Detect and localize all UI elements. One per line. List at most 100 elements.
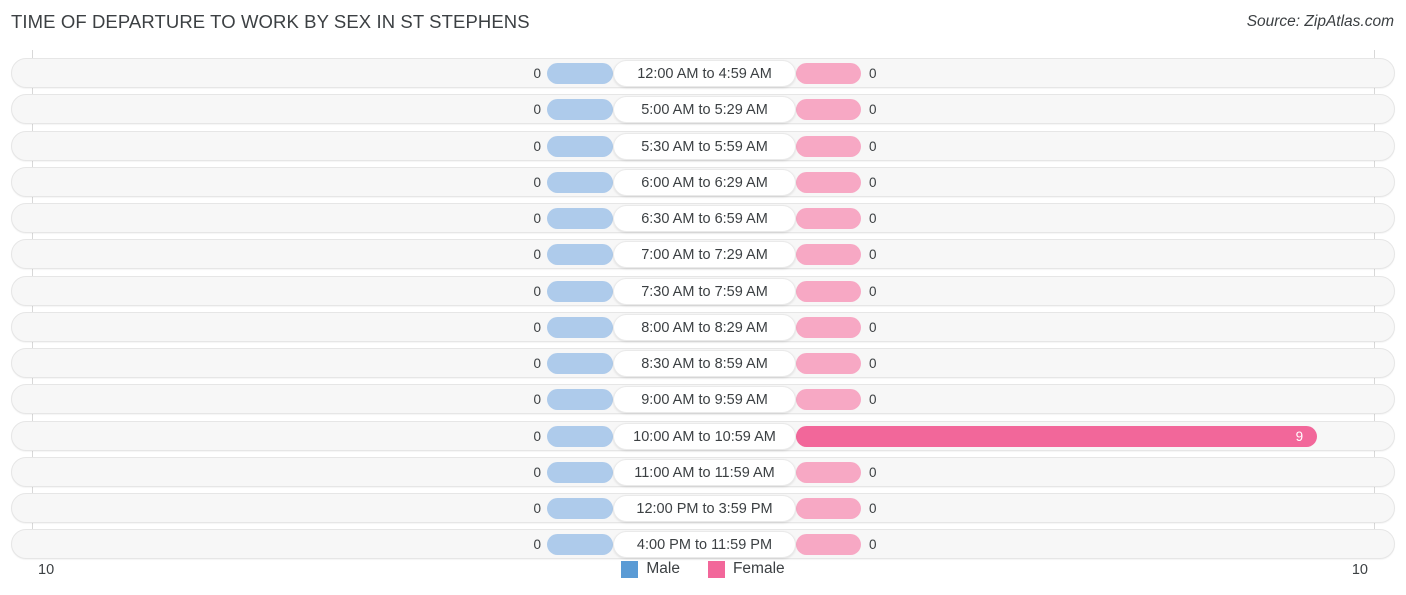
bar-value-female: 0 <box>869 501 877 516</box>
bar-value-male: 0 <box>533 392 541 408</box>
chart-header: TIME OF DEPARTURE TO WORK BY SEX IN ST S… <box>0 0 1406 46</box>
table-row[interactable]: 0 0 11:00 AM to 11:59 AM <box>11 456 1395 487</box>
bar-male[interactable] <box>547 353 613 374</box>
bar-value-male: 0 <box>533 283 541 299</box>
row-label-pill: 7:00 AM to 7:29 AM <box>613 241 796 269</box>
bar-male[interactable] <box>547 461 613 483</box>
bar-female[interactable] <box>796 244 861 266</box>
bar-male[interactable] <box>547 425 613 447</box>
bar-male[interactable] <box>547 280 613 302</box>
bar-value-female: 0 <box>869 464 877 480</box>
legend-item-male[interactable]: Male <box>621 560 680 578</box>
row-label-pill: 7:30 AM to 7:59 AM <box>613 277 796 305</box>
bar-male[interactable] <box>547 498 613 519</box>
chart-plot-area: 0 0 12:00 AM to 4:59 AM 0 0 5:00 AM to 5:29 A… <box>0 50 1406 560</box>
page-title: TIME OF DEPARTURE TO WORK BY SEX IN ST S… <box>11 11 530 32</box>
bar-value-male: 0 <box>533 356 541 371</box>
bar-value-female: 0 <box>869 174 877 190</box>
row-inner: 0 0 5:00 AM to 5:29 AM <box>12 95 1396 124</box>
row-label-pill: 8:30 AM to 8:59 AM <box>613 350 796 377</box>
row-label-pill: 12:00 AM to 4:59 AM <box>613 60 796 87</box>
row-inner: 0 0 7:00 AM to 7:29 AM <box>12 240 1396 269</box>
row-label-pill: 8:00 AM to 8:29 AM <box>613 313 796 341</box>
row-label-pill: 5:00 AM to 5:29 AM <box>613 96 796 124</box>
row-label-pill: 9:00 AM to 9:59 AM <box>613 386 796 414</box>
bar-male[interactable] <box>547 135 613 157</box>
bar-male[interactable] <box>547 99 613 121</box>
row-label-pill: 12:00 PM to 3:59 PM <box>613 495 796 522</box>
bar-female[interactable] <box>796 425 1318 447</box>
bar-female[interactable] <box>796 353 861 374</box>
row-inner: 0 0 12:00 AM to 4:59 AM <box>12 59 1396 87</box>
bar-male[interactable] <box>547 389 613 411</box>
table-row[interactable]: 0 0 8:00 AM to 8:29 AM <box>11 311 1396 342</box>
row-label-pill: 6:30 AM to 6:59 AM <box>613 205 796 232</box>
bar-value-male: 0 <box>533 464 541 480</box>
bar-value-female: 0 <box>869 319 877 335</box>
table-row[interactable]: 0 0 12:00 PM to 3:59 PM <box>11 493 1395 523</box>
table-row[interactable]: 0 0 8:30 AM to 8:59 AM <box>11 348 1395 378</box>
bar-value-male: 0 <box>533 537 541 553</box>
bar-male[interactable] <box>547 208 613 229</box>
row-inner: 0 0 6:00 AM to 6:29 AM <box>12 168 1396 196</box>
bar-value-female: 0 <box>869 392 877 408</box>
row-inner: 0 0 7:30 AM to 7:59 AM <box>12 277 1396 305</box>
bar-value-female: 0 <box>869 247 877 263</box>
row-inner: 0 0 8:30 AM to 8:59 AM <box>12 349 1396 377</box>
bar-female[interactable] <box>796 389 861 411</box>
bar-value-female: 0 <box>869 138 877 154</box>
table-row[interactable]: 0 0 5:30 AM to 5:59 AM <box>11 130 1396 161</box>
bar-value-male: 0 <box>533 247 541 263</box>
table-row[interactable]: 0 0 4:00 PM to 11:59 PM <box>11 529 1395 560</box>
table-row[interactable]: 0 0 5:00 AM to 5:29 AM <box>11 94 1396 125</box>
bar-value-male: 0 <box>533 319 541 335</box>
table-row[interactable]: 0 0 6:00 AM to 6:29 AM <box>11 166 1396 197</box>
bar-female[interactable] <box>796 99 861 121</box>
row-label-pill: 10:00 AM to 10:59 AM <box>613 422 796 450</box>
bar-value-male: 0 <box>533 211 541 226</box>
bar-female[interactable] <box>796 316 861 338</box>
chart-legend: Male Female <box>0 560 1406 578</box>
legend-swatch-female-icon <box>707 560 725 578</box>
bar-value-male: 0 <box>533 66 541 81</box>
bar-value-female: 0 <box>869 102 877 118</box>
table-row[interactable]: 0 0 9:00 AM to 9:59 AM <box>11 384 1395 415</box>
source-attribution: Source: ZipAtlas.com <box>1246 13 1394 30</box>
bar-female[interactable] <box>796 534 861 556</box>
bar-value-female: 0 <box>869 283 877 299</box>
row-inner: 0 0 6:30 AM to 6:59 AM <box>12 204 1396 232</box>
bar-female[interactable] <box>796 63 861 84</box>
bar-value-female: 0 <box>869 211 877 226</box>
bar-female[interactable] <box>796 280 861 302</box>
bar-value-female: 0 <box>869 356 877 371</box>
bar-male[interactable] <box>547 244 613 266</box>
bar-female[interactable] <box>796 171 861 193</box>
bar-female[interactable] <box>796 135 861 157</box>
row-inner: 0 9 10:00 AM to 10:59 AM <box>12 422 1396 450</box>
bar-value-female: 0 <box>869 537 877 553</box>
bar-value-male: 0 <box>533 428 541 444</box>
row-inner: 0 0 5:30 AM to 5:59 AM <box>12 132 1396 160</box>
bar-female[interactable] <box>796 461 861 483</box>
row-label-pill: 6:00 AM to 6:29 AM <box>613 168 796 196</box>
row-label-pill: 5:30 AM to 5:59 AM <box>613 132 796 160</box>
bar-value-male: 0 <box>533 138 541 154</box>
bar-male[interactable] <box>547 171 613 193</box>
table-row[interactable]: 0 9 10:00 AM to 10:59 AM <box>11 420 1396 451</box>
bar-value-female: 9 <box>1295 428 1304 444</box>
table-row[interactable]: 0 0 6:30 AM to 6:59 AM <box>11 203 1395 233</box>
bar-male[interactable] <box>547 63 613 84</box>
bar-male[interactable] <box>547 316 613 338</box>
bar-female[interactable] <box>796 498 861 519</box>
legend-label-male: Male <box>646 560 680 577</box>
table-row[interactable]: 0 0 7:30 AM to 7:59 AM <box>11 275 1396 306</box>
bar-value-male: 0 <box>533 102 541 118</box>
row-inner: 0 0 8:00 AM to 8:29 AM <box>12 313 1396 341</box>
bar-value-male: 0 <box>533 501 541 516</box>
bar-male[interactable] <box>547 534 613 556</box>
legend-label-female: Female <box>732 560 785 577</box>
legend-item-female[interactable]: Female <box>707 560 785 578</box>
bar-female[interactable] <box>796 208 861 229</box>
table-row[interactable]: 0 0 7:00 AM to 7:29 AM <box>11 239 1396 270</box>
table-row[interactable]: 0 0 12:00 AM to 4:59 AM <box>11 58 1395 88</box>
